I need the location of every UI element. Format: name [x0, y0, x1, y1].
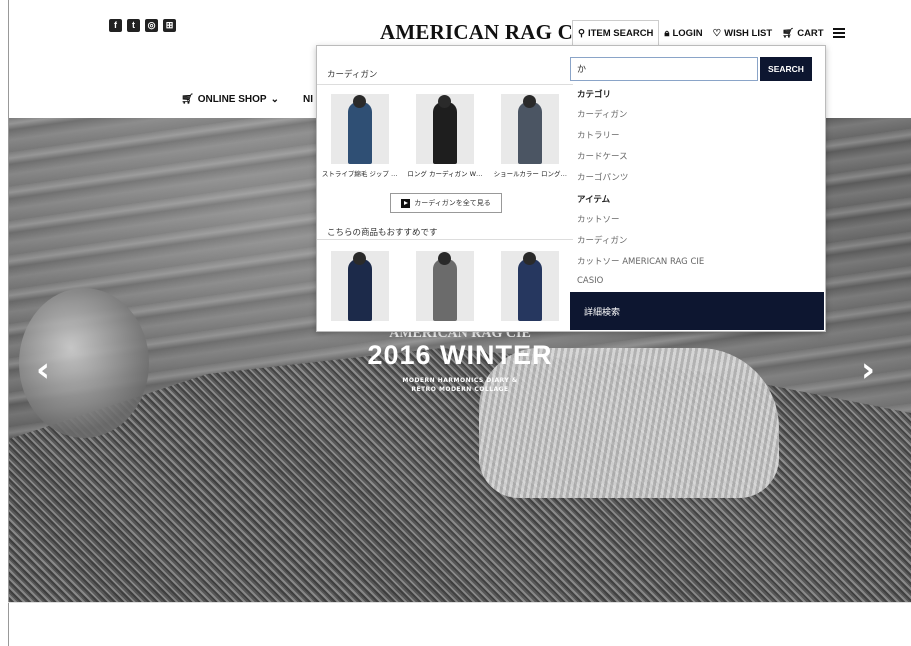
- result-products: ストライプ綿毛 ジップ … ロング カーディガン W… ショールカラー ロング…: [317, 94, 573, 178]
- top-nav: ⚲ ITEM SEARCH 🔒︎ LOGIN ♡ WISH LIST 🛒︎ CA…: [572, 19, 845, 47]
- product-image: [330, 94, 389, 164]
- suggestion-item[interactable]: カットソー AMERICAN RAG CIE: [577, 255, 704, 267]
- suggestion-item[interactable]: CASIO: [577, 276, 603, 286]
- divider: [317, 239, 573, 240]
- site-logo[interactable]: AMERICAN RAG CIE: [380, 20, 596, 45]
- see-all-button[interactable]: カーディガンを全て見る: [390, 193, 502, 213]
- search-results-panel: カーディガン ストライプ綿毛 ジップ … ロング カーディガン W… ショールカ…: [317, 46, 573, 331]
- item-search-button[interactable]: ⚲ ITEM SEARCH: [572, 19, 660, 47]
- social-links: f t ◎ ⊞: [109, 19, 176, 32]
- chevron-down-icon: ⌄: [270, 94, 279, 105]
- suggestion-item[interactable]: カードケース: [577, 150, 628, 162]
- hero-subtitle-2: RETRO MODERN COLLAGE: [411, 386, 509, 393]
- see-all-label: カーディガンを全て見る: [414, 199, 491, 207]
- product-card[interactable]: ロング カーディガン W…: [404, 94, 486, 178]
- product-image: [415, 251, 474, 321]
- product-card[interactable]: ショールカラー ロング…: [489, 94, 571, 178]
- lock-icon: 🔒︎: [664, 27, 670, 39]
- menu-icon[interactable]: [832, 28, 845, 38]
- chevron-right-icon[interactable]: ›: [861, 353, 881, 387]
- search-suggest-panel: か SEARCH カテゴリ カーディガン カトラリー カードケース カーゴパンツ…: [570, 46, 825, 331]
- twitter-icon[interactable]: t: [127, 19, 140, 32]
- suggestion-item[interactable]: カーディガン: [577, 108, 627, 120]
- nav-online-shop[interactable]: 🛒︎ ONLINE SHOP ⌄: [181, 94, 279, 105]
- product-card[interactable]: ストライプ綿毛 ジップ …: [319, 94, 401, 178]
- suggestion-item[interactable]: カーディガン: [577, 234, 627, 246]
- wish-list-button[interactable]: ♡ WISH LIST: [708, 20, 778, 46]
- main-nav: 🛒︎ ONLINE SHOP ⌄ NI: [181, 94, 313, 105]
- hero-title: 2016 WINTER: [367, 340, 553, 370]
- search-button[interactable]: SEARCH: [760, 57, 812, 81]
- advanced-search-button[interactable]: 詳細検索: [570, 292, 824, 330]
- wish-list-label: WISH LIST: [724, 27, 773, 39]
- cart-icon: 🛒︎: [782, 27, 795, 39]
- divider: [317, 84, 573, 85]
- product-card[interactable]: [489, 251, 571, 321]
- product-image: [501, 251, 560, 321]
- divider: [8, 602, 911, 603]
- search-input[interactable]: か: [570, 57, 758, 81]
- online-shop-label: ONLINE SHOP: [197, 94, 267, 105]
- facebook-icon[interactable]: f: [109, 19, 122, 32]
- product-name: ショールカラー ロング…: [493, 170, 567, 178]
- category-heading: カテゴリ: [577, 90, 612, 100]
- heart-icon: ♡: [712, 27, 722, 39]
- recommend-products: [317, 251, 573, 321]
- item-search-label: ITEM SEARCH: [587, 28, 654, 39]
- suggestion-item[interactable]: カットソー: [577, 213, 620, 225]
- nav-next-item[interactable]: NI: [303, 94, 313, 105]
- item-heading: アイテム: [577, 195, 611, 205]
- product-image: [415, 94, 474, 164]
- line-icon[interactable]: ⊞: [163, 19, 176, 32]
- suggestion-item[interactable]: カーゴパンツ: [577, 171, 628, 183]
- hero-subtitle-1: MODERN HARMONICS DIARY &: [402, 377, 518, 384]
- product-image: [330, 251, 389, 321]
- cart-label: CART: [797, 27, 824, 39]
- instagram-icon[interactable]: ◎: [145, 19, 158, 32]
- login-button[interactable]: 🔒︎ LOGIN: [659, 20, 707, 46]
- product-card[interactable]: [319, 251, 401, 321]
- product-image: [501, 94, 560, 164]
- recommend-heading: こちらの商品もおすすめです: [327, 228, 438, 238]
- nav-next-label: NI: [303, 94, 313, 105]
- cart-icon: 🛒︎: [181, 94, 194, 105]
- search-dropdown: カーディガン ストライプ綿毛 ジップ … ロング カーディガン W… ショールカ…: [316, 45, 826, 332]
- results-heading: カーディガン: [327, 70, 378, 80]
- product-name: ロング カーディガン W…: [407, 170, 483, 178]
- chevron-left-icon[interactable]: ‹: [36, 353, 56, 387]
- search-icon: ⚲: [578, 28, 585, 39]
- product-card[interactable]: [404, 251, 486, 321]
- play-icon: [401, 198, 411, 208]
- suggestion-item[interactable]: カトラリー: [577, 129, 620, 141]
- product-name: ストライプ綿毛 ジップ …: [321, 170, 398, 178]
- cart-button[interactable]: 🛒︎ CART: [777, 20, 828, 46]
- login-label: LOGIN: [672, 27, 703, 39]
